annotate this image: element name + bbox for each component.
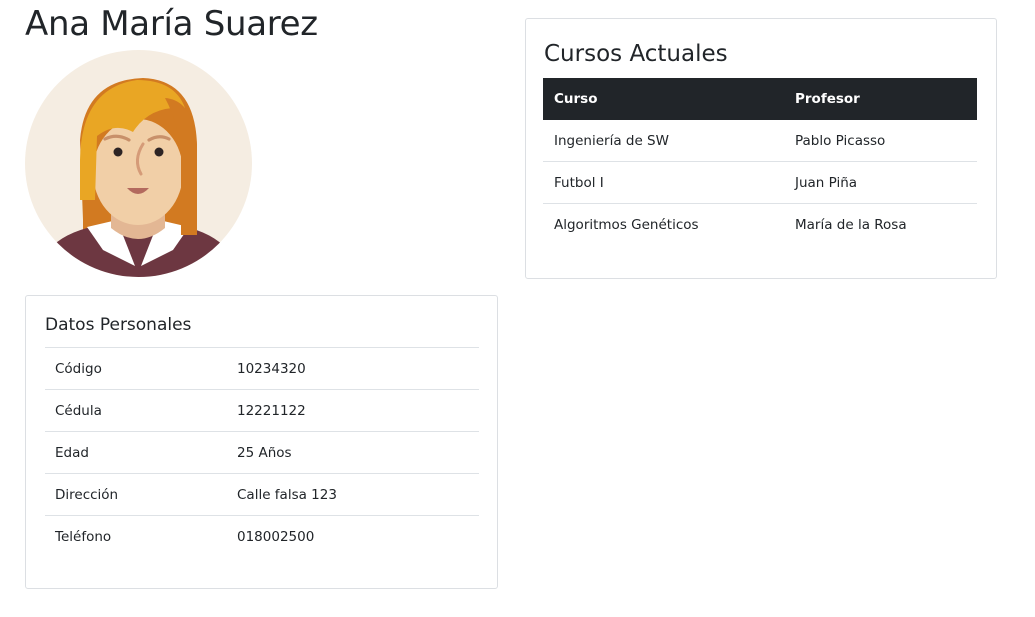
course-name: Ingeniería de SW xyxy=(543,120,784,162)
field-label: Teléfono xyxy=(45,515,227,557)
profile-name: Ana María Suarez xyxy=(25,4,318,44)
teacher-name: Juan Piña xyxy=(784,161,977,204)
personal-row-id: Cédula 12221122 xyxy=(45,389,479,432)
courses-table: Curso Profesor Ingeniería de SW Pablo Pi… xyxy=(543,78,977,245)
field-label: Código xyxy=(45,347,227,390)
current-courses-heading: Cursos Actuales xyxy=(544,41,728,67)
personal-row-code: Código 10234320 xyxy=(45,347,479,390)
current-courses-card: Cursos Actuales Curso Profesor Ingenierí… xyxy=(525,18,997,279)
personal-data-card: Datos Personales Código 10234320 Cédula … xyxy=(25,295,498,589)
table-row: Futbol I Juan Piña xyxy=(543,161,977,204)
avatar xyxy=(25,50,252,277)
column-header-teacher: Profesor xyxy=(784,78,977,120)
personal-data-heading: Datos Personales xyxy=(45,315,192,335)
avatar-illustration xyxy=(25,50,252,277)
personal-data-table: Código 10234320 Cédula 12221122 Edad 25 … xyxy=(45,347,479,557)
personal-row-phone: Teléfono 018002500 xyxy=(45,515,479,557)
field-value: 10234320 xyxy=(227,347,479,390)
teacher-name: Pablo Picasso xyxy=(784,120,977,162)
personal-row-age: Edad 25 Años xyxy=(45,431,479,474)
column-header-course: Curso xyxy=(543,78,784,120)
course-name: Algoritmos Genéticos xyxy=(554,216,699,233)
field-value: 018002500 xyxy=(227,515,479,557)
field-value: Calle falsa 123 xyxy=(227,473,479,516)
field-value: 12221122 xyxy=(227,389,479,432)
avatar-face xyxy=(93,119,183,225)
course-name: Futbol I xyxy=(543,161,784,204)
field-label: Cédula xyxy=(45,389,227,432)
field-value: 25 Años xyxy=(227,431,479,474)
avatar-eye-right xyxy=(154,147,164,157)
courses-header-row: Curso Profesor xyxy=(543,78,977,120)
field-label: Edad xyxy=(45,431,227,474)
table-row: Algoritmos Genéticos María de la Rosa xyxy=(543,204,977,246)
avatar-eye-left xyxy=(113,147,123,157)
personal-row-address: Dirección Calle falsa 123 xyxy=(45,473,479,516)
field-label: Dirección xyxy=(45,473,227,516)
teacher-name: María de la Rosa xyxy=(795,216,907,233)
table-row: Ingeniería de SW Pablo Picasso xyxy=(543,120,977,162)
